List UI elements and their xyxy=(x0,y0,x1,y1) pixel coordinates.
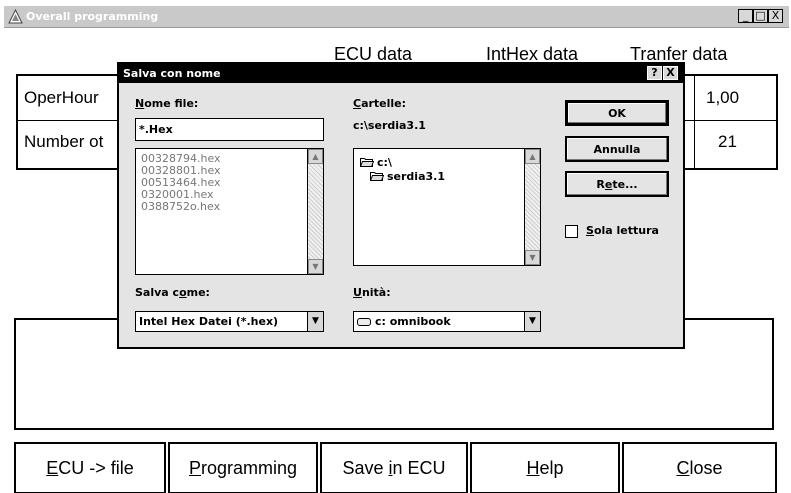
folder-items: c:\ serdia3.1 xyxy=(360,155,445,183)
drive-value: c: omnibook xyxy=(375,315,451,328)
mnemonic: P xyxy=(188,457,201,478)
mnemonic: C xyxy=(353,97,362,110)
row-label-operhour: OperHour xyxy=(24,88,99,107)
dialog-help-button[interactable]: ? xyxy=(647,66,662,80)
row-value-transfer: 1,00 xyxy=(706,88,740,107)
maximize-button[interactable]: □ xyxy=(753,9,768,23)
label-text: Salva c xyxy=(135,286,180,299)
file-list[interactable]: 00328794.hex 00328801.hex 00513464.hex 0… xyxy=(135,148,324,275)
window-title: Overall programming xyxy=(26,10,159,23)
read-only-label[interactable]: Sola lettura xyxy=(586,224,659,237)
filename-input[interactable] xyxy=(135,118,324,141)
current-folder-path: c:\serdia3.1 xyxy=(353,119,426,132)
save-type-dropdown[interactable]: Intel Hex Datei (*.hex) ▼ xyxy=(135,311,324,332)
app-icon xyxy=(8,9,23,24)
folder-list[interactable]: c:\ serdia3.1 ▲ ▼ xyxy=(353,148,541,266)
label-text: ola lettura xyxy=(593,224,659,237)
button-label: R xyxy=(596,177,605,191)
open-folder-icon xyxy=(370,172,384,181)
main-titlebar: Overall programming _ □ X xyxy=(4,6,789,28)
dialog-close-button[interactable]: X xyxy=(663,66,678,80)
column-divider xyxy=(694,76,695,168)
button-label: Save xyxy=(342,457,389,478)
button-label: n ECU xyxy=(392,457,446,478)
file-list-item[interactable]: 0388752o.hex xyxy=(136,201,221,213)
mnemonic: E xyxy=(46,457,59,478)
row-label-number: Number ot xyxy=(24,132,104,151)
drive-label: Unità: xyxy=(353,286,391,299)
mnemonic: o xyxy=(179,286,187,299)
file-items: 00328794.hex 00328801.hex 00513464.hex 0… xyxy=(136,153,221,213)
folder-list-scrollbar[interactable]: ▲ ▼ xyxy=(524,149,540,265)
ecu-to-file-button[interactable]: E CU -> file xyxy=(14,442,166,493)
label-text: me: xyxy=(186,286,210,299)
folder-item-root[interactable]: c:\ xyxy=(360,155,445,169)
programming-button[interactable]: Programming xyxy=(168,442,318,493)
read-only-checkbox[interactable] xyxy=(565,225,578,238)
save-as-dialog: Salva con nome ? X Nome file: 00328794.h… xyxy=(117,62,685,349)
button-label: elp xyxy=(539,457,564,478)
mnemonic: U xyxy=(353,286,362,299)
save-type-label: Salva come: xyxy=(135,286,210,299)
mnemonic: C xyxy=(676,457,690,478)
scroll-down-arrow-icon[interactable]: ▼ xyxy=(308,259,323,274)
scroll-down-arrow-icon[interactable]: ▼ xyxy=(525,250,540,265)
minimize-button[interactable]: _ xyxy=(738,9,753,23)
save-in-ecu-button[interactable]: Save in ECU xyxy=(320,442,468,493)
label-text: nità: xyxy=(361,286,391,299)
network-button[interactable]: Re te... xyxy=(565,171,669,197)
drive-dropdown[interactable]: c: omnibook ▼ xyxy=(353,311,541,332)
scroll-up-arrow-icon[interactable]: ▲ xyxy=(308,149,323,164)
folder-name: c:\ xyxy=(377,155,392,169)
dialog-title: Salva con nome xyxy=(123,67,221,80)
button-label: te... xyxy=(612,177,638,191)
save-type-value: Intel Hex Datei (*.hex) xyxy=(139,315,279,328)
help-button[interactable]: Help xyxy=(470,442,620,493)
open-folder-icon xyxy=(360,158,374,167)
mnemonic: N xyxy=(135,97,145,110)
label-text: artelle: xyxy=(361,97,407,110)
button-label: CU -> file xyxy=(58,457,134,478)
cancel-button[interactable]: Annulla xyxy=(565,136,669,162)
scroll-up-arrow-icon[interactable]: ▲ xyxy=(525,149,540,164)
close-button[interactable]: Close xyxy=(622,442,777,493)
ok-button[interactable]: OK xyxy=(565,100,669,126)
button-label: lose xyxy=(689,457,723,478)
dialog-titlebar[interactable]: Salva con nome ? X xyxy=(119,64,683,83)
close-window-button[interactable]: X xyxy=(768,9,783,23)
mnemonic: e xyxy=(604,177,613,191)
chevron-down-icon[interactable]: ▼ xyxy=(524,312,540,331)
folder-item-serdia[interactable]: serdia3.1 xyxy=(360,169,445,183)
row-value-transfer: 21 xyxy=(718,132,737,151)
folder-name: serdia3.1 xyxy=(387,169,445,183)
folders-label: Cartelle: xyxy=(353,97,406,110)
filename-label: Nome file: xyxy=(135,97,198,110)
button-label: rogramming xyxy=(200,457,298,478)
chevron-down-icon[interactable]: ▼ xyxy=(307,312,323,331)
mnemonic: S xyxy=(586,224,594,237)
file-list-scrollbar[interactable]: ▲ ▼ xyxy=(307,149,323,274)
drive-icon xyxy=(357,318,371,326)
label-text: ome file: xyxy=(144,97,199,110)
mnemonic: H xyxy=(526,457,540,478)
